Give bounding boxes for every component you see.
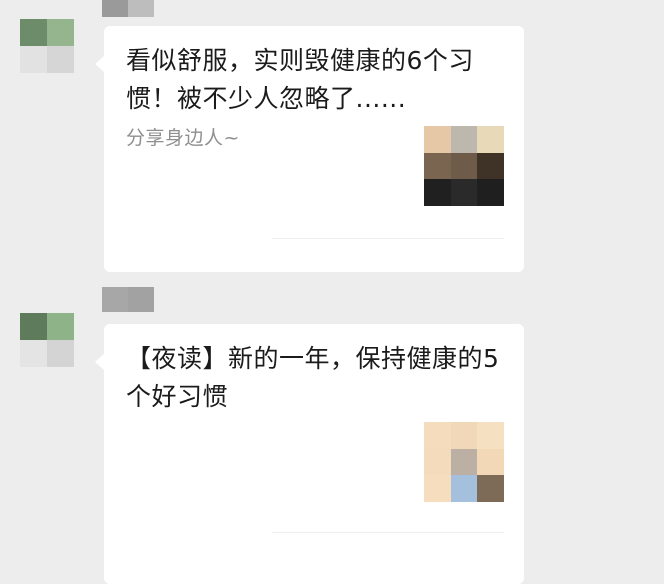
sender-avatar[interactable]: [20, 19, 74, 73]
thumbnail-pixel: [451, 422, 477, 449]
sender-name: [102, 0, 154, 17]
card-thumbnail: [424, 422, 504, 502]
name-pixel: [128, 0, 154, 17]
card-description: 分享身边人~: [126, 127, 240, 149]
sender-name: [102, 287, 154, 312]
card-title: 【夜读】新的一年，保持健康的5个好习惯: [126, 344, 500, 411]
thumbnail-pixel: [424, 449, 451, 475]
chat-message-2: 【夜读】新的一年，保持健康的5个好习惯: [0, 282, 664, 584]
card-title: 看似舒服，实则毁健康的6个习惯！被不少人忽略了......: [126, 46, 474, 113]
thumbnail-pixel: [451, 449, 477, 475]
link-card[interactable]: 看似舒服，实则毁健康的6个习惯！被不少人忽略了...... 分享身边人~: [95, 26, 524, 272]
name-pixel: [102, 287, 128, 312]
chat-message-1: 看似舒服，实则毁健康的6个习惯！被不少人忽略了...... 分享身边人~: [0, 0, 664, 280]
thumbnail-pixel: [451, 475, 477, 502]
thumbnail-pixel: [477, 153, 504, 179]
avatar-pixel: [47, 313, 74, 340]
avatar-pixel: [47, 340, 74, 367]
card-thumbnail: [424, 126, 504, 206]
link-card[interactable]: 【夜读】新的一年，保持健康的5个好习惯: [95, 324, 524, 584]
card-divider: [272, 238, 504, 239]
avatar-pixel: [20, 313, 47, 340]
avatar-pixel: [47, 46, 74, 73]
thumbnail-pixel: [424, 422, 451, 449]
thumbnail-pixel: [477, 422, 504, 449]
thumbnail-pixel: [424, 153, 451, 179]
name-pixel: [128, 287, 154, 312]
thumbnail-pixel: [477, 449, 504, 475]
avatar-pixel: [20, 46, 47, 73]
thumbnail-pixel: [477, 126, 504, 153]
thumbnail-pixel: [424, 179, 451, 206]
thumbnail-pixel: [477, 179, 504, 206]
thumbnail-pixel: [451, 126, 477, 153]
card-divider: [272, 532, 504, 533]
sender-avatar[interactable]: [20, 313, 74, 367]
thumbnail-pixel: [451, 179, 477, 206]
avatar-pixel: [20, 19, 47, 46]
thumbnail-pixel: [424, 126, 451, 153]
name-pixel: [102, 0, 128, 17]
thumbnail-pixel: [424, 475, 451, 502]
thumbnail-pixel: [451, 153, 477, 179]
avatar-pixel: [47, 19, 74, 46]
thumbnail-pixel: [477, 475, 504, 502]
avatar-pixel: [20, 340, 47, 367]
